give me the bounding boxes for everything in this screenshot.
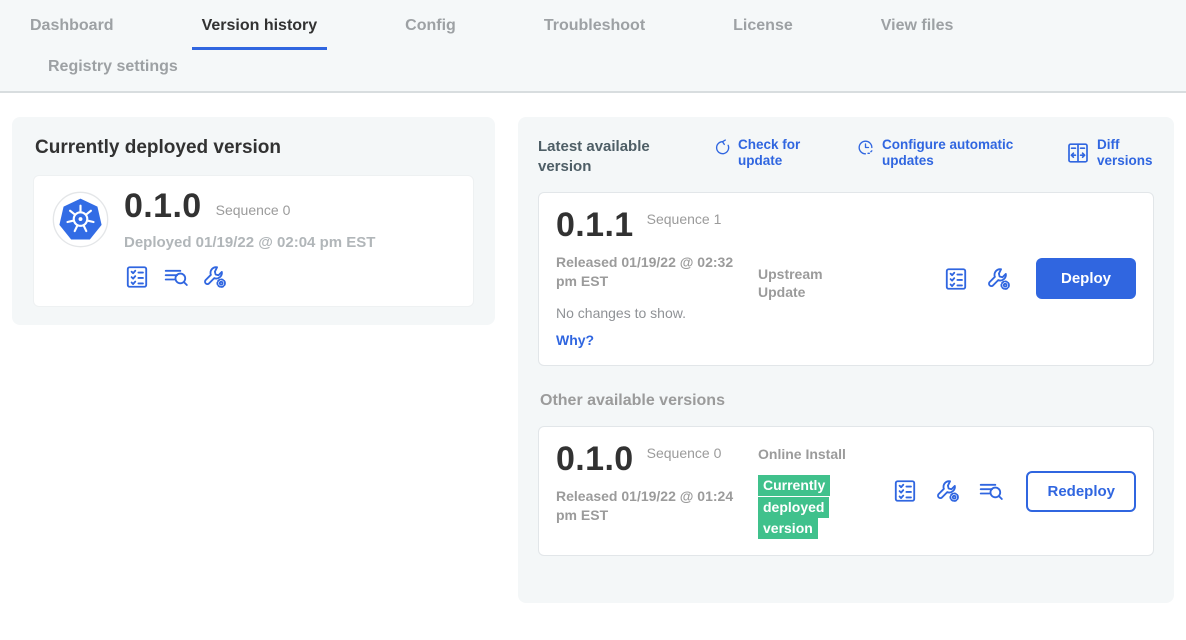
- currently-deployed-badge: Currently deployed version: [758, 475, 830, 539]
- version-history-panel: Latest available version Check for updat…: [518, 117, 1174, 603]
- deploy-logs-icon[interactable]: [978, 478, 1004, 504]
- latest-version-number: 0.1.1: [556, 208, 634, 244]
- other-version-card: 0.1.0 Sequence 0 Released 01/19/22 @ 01:…: [538, 426, 1154, 556]
- top-navigation: Dashboard Version history Config Trouble…: [0, 0, 1186, 93]
- latest-version-details: 0.1.1 Sequence 1 Released 01/19/22 @ 02:…: [556, 208, 758, 350]
- diff-versions-icon: [1066, 141, 1090, 165]
- currently-deployed-badge-box: Currently deployed version: [758, 475, 830, 540]
- other-version-details: 0.1.0 Sequence 0 Released 01/19/22 @ 01:…: [556, 442, 758, 540]
- edit-config-icon[interactable]: [202, 264, 228, 290]
- redeploy-button[interactable]: Redeploy: [1026, 471, 1136, 512]
- why-link[interactable]: Why?: [556, 332, 594, 348]
- preflight-checks-icon[interactable]: [892, 478, 918, 504]
- latest-version-source: Upstream Update: [758, 265, 858, 350]
- check-for-update-label: Check for update: [738, 137, 812, 169]
- tab-dashboard[interactable]: Dashboard: [20, 17, 124, 50]
- main-content: Currently deployed version: [0, 93, 1186, 603]
- check-update-icon: [712, 138, 731, 157]
- other-version-source: Online Install: [758, 445, 858, 463]
- deploy-button[interactable]: Deploy: [1036, 258, 1136, 299]
- tab-view-files[interactable]: View files: [871, 17, 964, 50]
- deploy-logs-icon[interactable]: [163, 264, 189, 290]
- other-versions-title: Other available versions: [540, 392, 1154, 410]
- preflight-checks-icon[interactable]: [943, 266, 969, 292]
- tab-troubleshoot[interactable]: Troubleshoot: [534, 17, 655, 50]
- other-version-buttons: Redeploy: [892, 471, 1136, 512]
- deployed-version-details: 0.1.0 Sequence 0 Deployed 01/19/22 @ 02:…: [124, 189, 375, 290]
- diff-versions-label: Diff versions: [1097, 137, 1154, 169]
- deployed-action-icons: [124, 264, 375, 290]
- other-sequence-label: Sequence 0: [647, 445, 723, 462]
- configure-automatic-updates-link[interactable]: Configure automatic updates: [856, 137, 1022, 169]
- deployed-version-card: 0.1.0 Sequence 0 Deployed 01/19/22 @ 02:…: [33, 175, 474, 307]
- latest-version-buttons: Deploy: [943, 258, 1136, 299]
- tab-version-history[interactable]: Version history: [192, 17, 328, 50]
- diff-versions-link[interactable]: Diff versions: [1066, 137, 1154, 169]
- tab-registry-settings[interactable]: Registry settings: [38, 58, 1118, 76]
- deployed-sequence-label: Sequence 0: [216, 202, 291, 218]
- check-for-update-link[interactable]: Check for update: [712, 137, 812, 169]
- nav-row-secondary: Registry settings: [0, 50, 1186, 91]
- tab-license[interactable]: License: [723, 17, 803, 50]
- edit-config-icon[interactable]: [986, 266, 1012, 292]
- nav-row-primary: Dashboard Version history Config Trouble…: [0, 17, 1186, 50]
- currently-deployed-title: Currently deployed version: [35, 137, 472, 159]
- deployed-timestamp: Deployed 01/19/22 @ 02:04 pm EST: [124, 234, 375, 251]
- kubernetes-logo-icon: [52, 191, 109, 248]
- preflight-checks-icon[interactable]: [124, 264, 150, 290]
- other-released-timestamp: Released 01/19/22 @ 01:24 pm EST: [556, 487, 736, 526]
- latest-version-card: 0.1.1 Sequence 1 Released 01/19/22 @ 02:…: [538, 192, 1154, 366]
- latest-sequence-label: Sequence 1: [647, 211, 723, 228]
- deployed-version-number: 0.1.0: [124, 189, 202, 225]
- currently-deployed-panel: Currently deployed version: [12, 117, 495, 325]
- configure-automatic-updates-label: Configure automatic updates: [882, 137, 1022, 169]
- other-version-source-block: Online Install Currently deployed versio…: [758, 445, 858, 540]
- no-changes-note: No changes to show.: [556, 305, 758, 321]
- tab-config[interactable]: Config: [395, 17, 466, 50]
- edit-config-icon[interactable]: [935, 478, 961, 504]
- latest-released-timestamp: Released 01/19/22 @ 02:32 pm EST: [556, 253, 736, 292]
- latest-version-header: Latest available version Check for updat…: [538, 137, 1154, 176]
- other-version-number: 0.1.0: [556, 442, 634, 478]
- latest-version-title: Latest available version: [538, 137, 678, 176]
- latest-version-actions: Check for update Configure automatic upd…: [712, 137, 1154, 169]
- auto-update-icon: [856, 138, 875, 157]
